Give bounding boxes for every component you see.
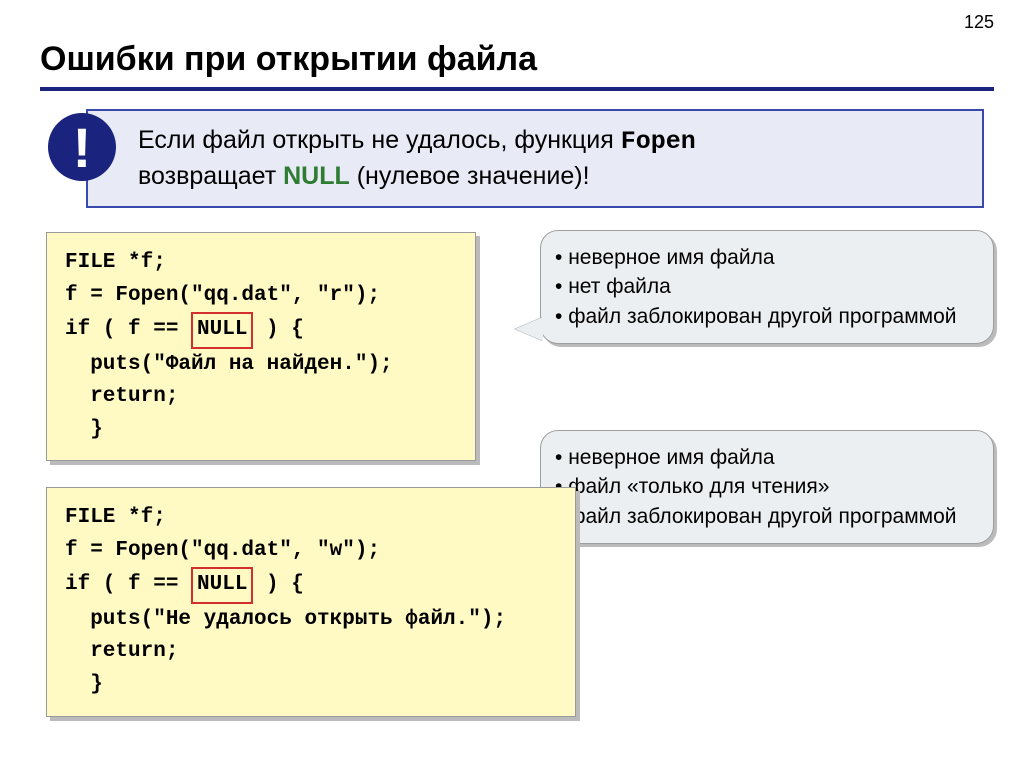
code-line: FILE *f; (65, 506, 166, 529)
code-line: return; (65, 640, 178, 663)
callout-write-errors: неверное имя файла файл «только для чтен… (540, 430, 994, 544)
list-item: неверное имя файла (569, 243, 975, 272)
code-line: return; (65, 385, 178, 408)
code-line: ) { (253, 573, 303, 596)
code-line: FILE *f; (65, 251, 166, 274)
code-line: puts("Не удалось открыть файл."); (65, 608, 506, 631)
code-line: puts("Файл на найден."); (65, 353, 393, 376)
list-item: нет файла (569, 272, 975, 301)
alert-text-box: Если файл открыть не удалось, функция Fo… (86, 109, 984, 208)
code-line: } (65, 418, 103, 441)
alert-text-mid: возвращает (138, 162, 283, 190)
code-line: f = Fopen("qq.dat", "w"); (65, 539, 380, 562)
code-line: f = Fopen("qq.dat", "r"); (65, 284, 380, 307)
code-block-write: FILE *f; f = Fopen("qq.dat", "w"); if ( … (46, 487, 576, 716)
list-item: неверное имя файла (569, 443, 975, 472)
exclamation-icon: ! (48, 113, 116, 181)
page-number: 125 (964, 12, 994, 33)
alert-callout: ! Если файл открыть не удалось, функция … (48, 109, 994, 208)
code-line: if ( f == (65, 573, 191, 596)
alert-text-before: Если файл открыть не удалось, функция (138, 126, 621, 154)
alert-fopen-word: Fopen (621, 127, 696, 156)
code-line: ) { (253, 318, 303, 341)
alert-text-after: (нулевое значение)! (350, 162, 590, 190)
list-item: файл заблокирован другой программой (569, 302, 975, 331)
code-line: if ( f == (65, 318, 191, 341)
callout-tail-icon (515, 317, 543, 341)
list-item: файл заблокирован другой программой (569, 502, 975, 531)
null-highlight: NULL (191, 567, 253, 604)
slide-title: Ошибки при открытии файла (40, 40, 994, 79)
title-underline (40, 87, 994, 91)
alert-null-word: NULL (283, 162, 350, 190)
code-line: } (65, 673, 103, 696)
list-item: файл «только для чтения» (569, 472, 975, 501)
callout-read-errors: неверное имя файла нет файла файл заблок… (540, 230, 994, 344)
code-block-read: FILE *f; f = Fopen("qq.dat", "r"); if ( … (46, 232, 476, 461)
null-highlight: NULL (191, 312, 253, 349)
content-area: FILE *f; f = Fopen("qq.dat", "r"); if ( … (40, 232, 994, 717)
